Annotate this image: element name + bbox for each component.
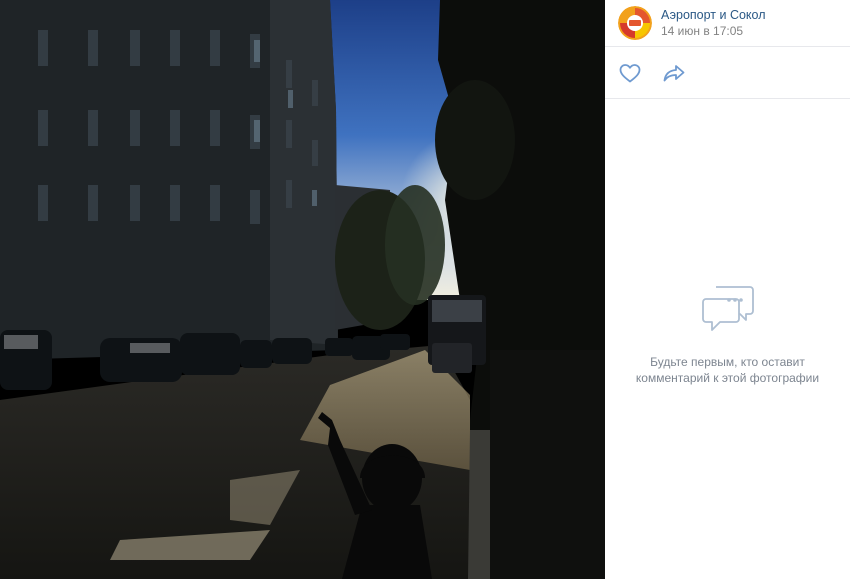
like-button[interactable] (618, 61, 642, 85)
empty-text-line1: Будьте первым, кто оставит (650, 355, 805, 369)
author-name-link[interactable]: Аэропорт и Сокол (661, 7, 766, 23)
post-actions (605, 47, 850, 99)
share-button[interactable] (662, 61, 686, 85)
street-photo (0, 0, 605, 579)
photo-viewer[interactable] (0, 0, 605, 579)
author-block: Аэропорт и Сокол 14 июн в 17:05 (661, 7, 766, 39)
comments-empty-state: Будьте первым, кто оставит комментарий к… (605, 285, 850, 386)
empty-text-line2: комментарий к этой фотографии (635, 371, 820, 385)
post-date[interactable]: 14 июн в 17:05 (661, 23, 766, 39)
share-arrow-icon (663, 64, 685, 81)
post-header: Аэропорт и Сокол 14 июн в 17:05 (605, 0, 850, 47)
heart-icon (619, 63, 641, 82)
community-avatar[interactable] (618, 6, 652, 40)
comment-bubbles-icon (700, 285, 756, 333)
comments-empty-text: Будьте первым, кто оставит комментарий к… (605, 354, 850, 386)
info-panel: Аэропорт и Сокол 14 июн в 17:05 Будьте п… (605, 0, 850, 579)
